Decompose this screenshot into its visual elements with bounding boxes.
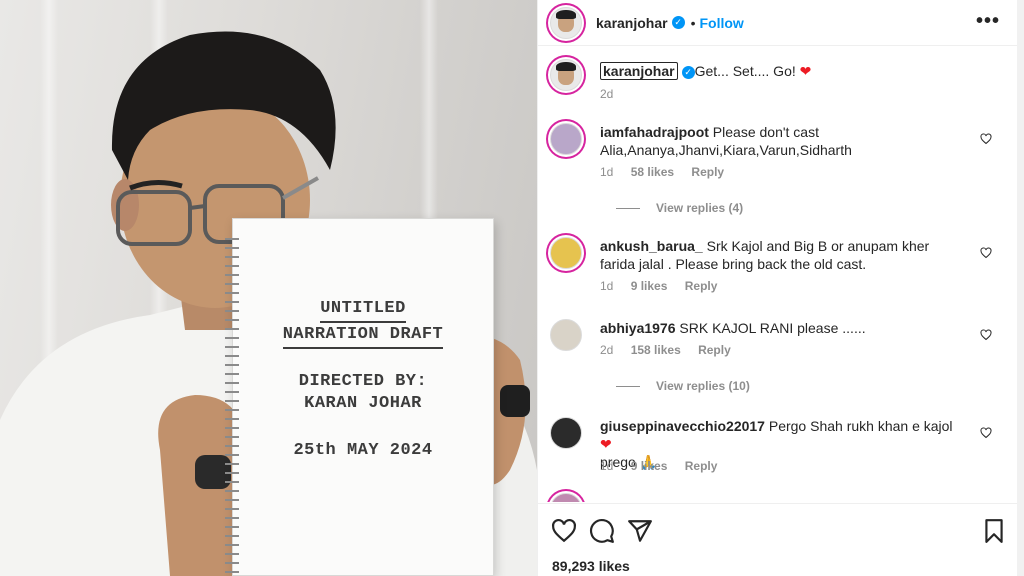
commenter-avatar[interactable] xyxy=(550,319,582,351)
notebook: UNTITLED NARRATION DRAFT DIRECTED BY: KA… xyxy=(225,218,494,576)
comment-likes[interactable]: 158 likes xyxy=(631,343,681,357)
caption-text: Get... Set.... Go! xyxy=(694,63,796,79)
separator-dot: • xyxy=(690,14,696,31)
reply-button[interactable]: Reply xyxy=(698,343,731,357)
scrollbar[interactable] xyxy=(1017,0,1024,576)
comment-item: ankush_barua_ Srk Kajol and Big B or anu… xyxy=(550,237,1000,297)
comment-likes[interactable]: 9 likes xyxy=(631,459,668,473)
comment-time: 2d xyxy=(600,343,614,357)
post-header: karanjohar ✓ • Follow ••• xyxy=(538,0,1018,46)
comment-likes[interactable]: 58 likes xyxy=(631,165,674,179)
instagram-post-window: UNTITLED NARRATION DRAFT DIRECTED BY: KA… xyxy=(0,0,1024,576)
commenter-avatar[interactable] xyxy=(550,493,582,502)
notebook-date: 25th MAY 2024 xyxy=(293,441,433,460)
comment-time: 1d xyxy=(600,165,614,179)
follow-button[interactable]: Follow xyxy=(700,15,744,31)
author-avatar[interactable] xyxy=(550,6,582,39)
view-replies-label: View replies (10) xyxy=(656,379,750,393)
comment-heart-icon[interactable] xyxy=(980,247,992,259)
comment-item-partial xyxy=(550,493,1000,502)
red-heart-emoji: ❤ xyxy=(799,63,812,79)
comment-likes[interactable]: 9 likes xyxy=(631,279,668,293)
verified-icon: ✓ xyxy=(671,16,685,29)
commenter-avatar[interactable] xyxy=(550,123,582,155)
post-image[interactable]: UNTITLED NARRATION DRAFT DIRECTED BY: KA… xyxy=(0,0,537,576)
reply-button[interactable]: Reply xyxy=(685,279,718,293)
comment-text: Pergo Shah rukh khan e kajol xyxy=(768,418,953,434)
red-heart-emoji: ❤ xyxy=(600,436,612,452)
comment-meta: 1d 9 likes Reply xyxy=(600,279,731,293)
verified-icon: ✓ xyxy=(681,65,695,79)
likes-count[interactable]: 89,293 likes xyxy=(552,558,630,574)
commenter-username[interactable]: iamfahadrajpoot xyxy=(600,124,709,140)
caption-time: 2d xyxy=(600,87,614,101)
commenter-username[interactable]: giuseppinavecchio22017 xyxy=(600,418,765,434)
comment-item: giuseppinavecchio22017 Pergo Shah rukh k… xyxy=(550,417,1000,477)
reply-button[interactable]: Reply xyxy=(691,165,724,179)
comment-body: iamfahadrajpoot Please don't cast Alia,A… xyxy=(600,123,960,159)
post-actions: 89,293 likes xyxy=(538,503,1018,576)
view-replies-button[interactable]: View replies (10) xyxy=(616,379,750,393)
notebook-director: DIRECTED BY: KARAN JOHAR xyxy=(233,371,493,415)
comment-time: 1d xyxy=(600,279,614,293)
caption-avatar[interactable] xyxy=(550,59,582,91)
heart-icon[interactable] xyxy=(551,518,577,544)
comment-heart-icon[interactable] xyxy=(980,329,992,341)
commenter-username[interactable]: abhiya1976 xyxy=(600,320,676,336)
comment-text: SRK KAJOL RANI please ...... xyxy=(679,320,866,336)
notebook-line-directed-by: DIRECTED BY: xyxy=(298,372,428,391)
comment-meta: 2d 158 likes Reply xyxy=(600,343,745,357)
reply-button[interactable]: Reply xyxy=(685,459,718,473)
notebook-line-narration-draft: NARRATION DRAFT xyxy=(282,323,444,349)
comment-icon[interactable] xyxy=(589,518,615,544)
view-replies-button[interactable]: View replies (4) xyxy=(616,201,743,215)
commenter-username[interactable]: ankush_barua_ xyxy=(600,238,703,254)
post-panel: karanjohar ✓ • Follow ••• karanjohar ✓ Get… xyxy=(537,0,1018,576)
comment-heart-icon[interactable] xyxy=(980,133,992,145)
comments-section[interactable]: karanjohar ✓ Get... Set.... Go! ❤ 2d iamfa… xyxy=(538,47,1018,502)
caption-text-row: karanjohar ✓ Get... Set.... Go! ❤ xyxy=(600,62,812,80)
post-caption: karanjohar ✓ Get... Set.... Go! ❤ 2d xyxy=(550,59,811,101)
more-icon[interactable]: ••• xyxy=(976,10,1000,33)
comment-item: iamfahadrajpoot Please don't cast Alia,A… xyxy=(550,123,1000,223)
view-replies-label: View replies (4) xyxy=(656,201,744,215)
notebook-title: UNTITLED NARRATION DRAFT xyxy=(233,297,493,349)
notebook-line-karan-johar: KARAN JOHAR xyxy=(304,394,422,413)
author-username[interactable]: karanjohar xyxy=(596,15,668,31)
comment-heart-icon[interactable] xyxy=(980,427,992,439)
comment-item: abhiya1976 SRK KAJOL RANI please ...... … xyxy=(550,319,1000,399)
share-icon[interactable] xyxy=(627,518,653,544)
comment-meta: 1d 58 likes Reply xyxy=(600,165,738,179)
comment-body: abhiya1976 SRK KAJOL RANI please ...... xyxy=(600,319,960,337)
caption-username[interactable]: karanjohar xyxy=(600,62,678,80)
bookmark-icon[interactable] xyxy=(981,518,1007,544)
notebook-line-untitled: UNTITLED xyxy=(320,297,406,323)
commenter-avatar[interactable] xyxy=(550,237,582,269)
comment-meta: 1d 9 likes Reply xyxy=(600,459,731,473)
comment-time: 1d xyxy=(600,459,614,473)
comment-body: ankush_barua_ Srk Kajol and Big B or anu… xyxy=(600,237,960,273)
commenter-avatar[interactable] xyxy=(550,417,582,449)
